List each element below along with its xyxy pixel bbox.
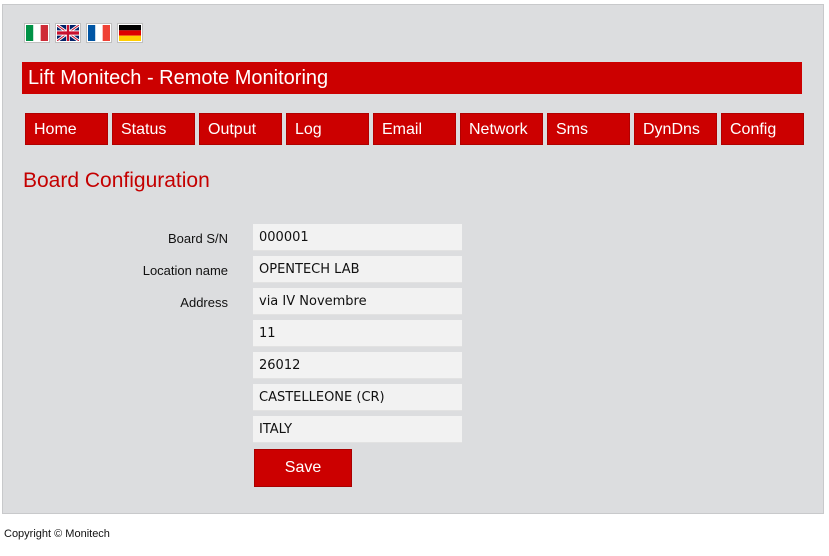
french-flag-icon[interactable]	[86, 23, 112, 43]
save-button[interactable]: Save	[254, 449, 352, 487]
address-label: Address	[180, 295, 228, 310]
board-sn-row: Board S/N	[0, 224, 470, 252]
address-number-row	[0, 320, 470, 348]
app-title: Lift Monitech - Remote Monitoring	[22, 62, 802, 94]
address-number-input[interactable]	[253, 320, 462, 347]
address-country-input[interactable]	[253, 416, 462, 443]
address-city-input[interactable]	[253, 384, 462, 411]
nav-network[interactable]: Network	[460, 113, 543, 145]
address-zip-row	[0, 352, 470, 380]
nav-log[interactable]: Log	[286, 113, 369, 145]
nav-email[interactable]: Email	[373, 113, 456, 145]
address-row: Address	[0, 288, 470, 316]
nav-config[interactable]: Config	[721, 113, 804, 145]
nav-status[interactable]: Status	[112, 113, 195, 145]
address-country-row	[0, 416, 470, 444]
page-title: Board Configuration	[23, 169, 210, 192]
main-nav: Home Status Output Log Email Network Sms…	[25, 113, 804, 145]
uk-flag-icon[interactable]	[55, 23, 81, 43]
address-city-row	[0, 384, 470, 412]
board-sn-input[interactable]	[253, 224, 462, 251]
location-label: Location name	[142, 263, 228, 278]
language-selector	[24, 23, 143, 43]
footer-copyright: Copyright © Monitech	[4, 528, 110, 540]
nav-output[interactable]: Output	[199, 113, 282, 145]
board-sn-label: Board S/N	[168, 231, 228, 246]
nav-sms[interactable]: Sms	[547, 113, 630, 145]
address-zip-input[interactable]	[253, 352, 462, 379]
nav-dyndns[interactable]: DynDns	[634, 113, 717, 145]
location-row: Location name	[0, 256, 470, 284]
address-street-input[interactable]	[253, 288, 462, 315]
location-input[interactable]	[253, 256, 462, 283]
nav-home[interactable]: Home	[25, 113, 108, 145]
italian-flag-icon[interactable]	[24, 23, 50, 43]
german-flag-icon[interactable]	[117, 23, 143, 43]
